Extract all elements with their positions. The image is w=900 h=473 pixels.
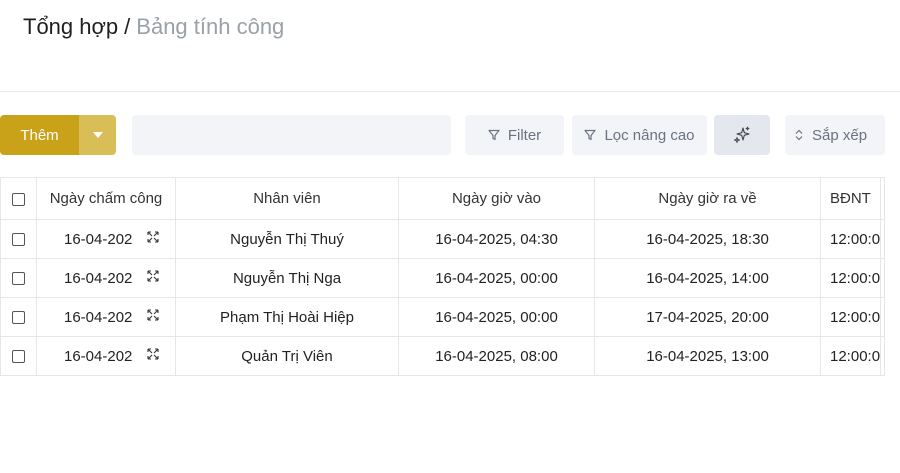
overflow-cell — [880, 219, 885, 259]
filter-label: Filter — [507, 126, 542, 144]
attendance-date: 16-04-2025 — [64, 231, 132, 248]
bdnt-cell: 12:00:00 — [820, 219, 881, 259]
row-select-cell — [0, 336, 37, 376]
row-checkbox[interactable] — [12, 272, 25, 286]
filter-button[interactable]: Filter — [465, 115, 564, 155]
overflow-cell — [880, 258, 885, 298]
select-all-checkbox[interactable] — [12, 192, 25, 206]
row-checkbox[interactable] — [12, 350, 25, 364]
breadcrumb-current: Bảng tính công — [136, 14, 285, 39]
attendance-date-cell: 16-04-2025 — [36, 258, 176, 298]
attendance-date-cell: 16-04-2025 — [36, 297, 176, 337]
advanced-filter-label: Lọc nâng cao — [604, 126, 695, 144]
check-in-cell: 16-04-2025, 00:00 — [398, 297, 595, 337]
expand-icon[interactable] — [147, 309, 159, 321]
advanced-filter-icon — [584, 129, 597, 141]
employee-cell: Nguyễn Thị Nga — [175, 258, 399, 298]
table-row[interactable]: 16-04-2025 Nguyễn Thị Nga 16-04-2025, 00… — [0, 258, 885, 298]
row-select-cell — [0, 258, 37, 298]
add-dropdown-button[interactable] — [79, 115, 116, 155]
overflow-cell — [880, 336, 885, 376]
expand-icon[interactable] — [147, 348, 159, 360]
employee-cell: Quản Trị Viên — [175, 336, 399, 376]
add-button[interactable]: Thêm — [0, 115, 79, 155]
row-checkbox[interactable] — [12, 311, 25, 325]
sparkle-icon — [734, 126, 750, 143]
expand-icon[interactable] — [147, 231, 159, 243]
caret-down-icon — [92, 132, 103, 138]
overflow-cell — [880, 297, 885, 337]
attendance-date-cell: 16-04-2025 — [36, 336, 176, 376]
employee-cell: Nguyễn Thị Thuý — [175, 219, 399, 259]
filter-icon — [488, 129, 500, 141]
check-in-cell: 16-04-2025, 08:00 — [398, 336, 595, 376]
search-input[interactable] — [132, 115, 451, 155]
check-in-cell: 16-04-2025, 00:00 — [398, 258, 595, 298]
breadcrumb: Tổng hợp / Bảng tính công — [23, 14, 284, 40]
employee-cell: Phạm Thị Hoài Hiệp — [175, 297, 399, 337]
attendance-date: 16-04-2025 — [64, 309, 132, 326]
timesheet-table: Ngày chấm công Nhân viên Ngày giờ vào Ng… — [0, 177, 885, 376]
attendance-date: 16-04-2025 — [64, 270, 132, 287]
toolbar: Thêm Filter Lọc nâng cao Sắp xếp — [0, 115, 900, 155]
header-bdnt[interactable]: BĐNT — [820, 177, 881, 220]
check-out-cell: 16-04-2025, 18:30 — [594, 219, 821, 259]
row-select-cell — [0, 219, 37, 259]
table-row[interactable]: 16-04-2025 Phạm Thị Hoài Hiệp 16-04-2025… — [0, 297, 885, 337]
select-all-header — [0, 177, 37, 220]
header-employee[interactable]: Nhân viên — [175, 177, 399, 220]
sort-button[interactable]: Sắp xếp — [785, 115, 885, 155]
breadcrumb-root[interactable]: Tổng hợp — [23, 14, 118, 39]
header-overflow — [880, 177, 885, 220]
row-select-cell — [0, 297, 37, 337]
row-checkbox[interactable] — [12, 233, 25, 247]
table-row[interactable]: 16-04-2025 Nguyễn Thị Thuý 16-04-2025, 0… — [0, 219, 885, 259]
header-attendance-date[interactable]: Ngày chấm công — [36, 177, 176, 220]
header-check-in[interactable]: Ngày giờ vào — [398, 177, 595, 220]
check-out-cell: 16-04-2025, 13:00 — [594, 336, 821, 376]
check-out-cell: 17-04-2025, 20:00 — [594, 297, 821, 337]
check-in-cell: 16-04-2025, 04:30 — [398, 219, 595, 259]
attendance-date-cell: 16-04-2025 — [36, 219, 176, 259]
header-check-out[interactable]: Ngày giờ ra về — [594, 177, 821, 220]
expand-icon[interactable] — [147, 270, 159, 282]
sort-icon — [795, 129, 803, 141]
bdnt-cell: 12:00:00 — [820, 336, 881, 376]
bdnt-cell: 12:00:00 — [820, 258, 881, 298]
sort-label: Sắp xếp — [812, 126, 868, 144]
check-out-cell: 16-04-2025, 14:00 — [594, 258, 821, 298]
advanced-filter-button[interactable]: Lọc nâng cao — [572, 115, 707, 155]
table-header-row: Ngày chấm công Nhân viên Ngày giờ vào Ng… — [0, 177, 885, 220]
attendance-date: 16-04-2025 — [64, 348, 132, 365]
breadcrumb-separator: / — [124, 14, 131, 39]
ai-assist-button[interactable] — [714, 115, 770, 155]
table-row[interactable]: 16-04-2025 Quản Trị Viên 16-04-2025, 08:… — [0, 336, 885, 376]
header-divider — [0, 91, 900, 92]
bdnt-cell: 12:00:00 — [820, 297, 881, 337]
